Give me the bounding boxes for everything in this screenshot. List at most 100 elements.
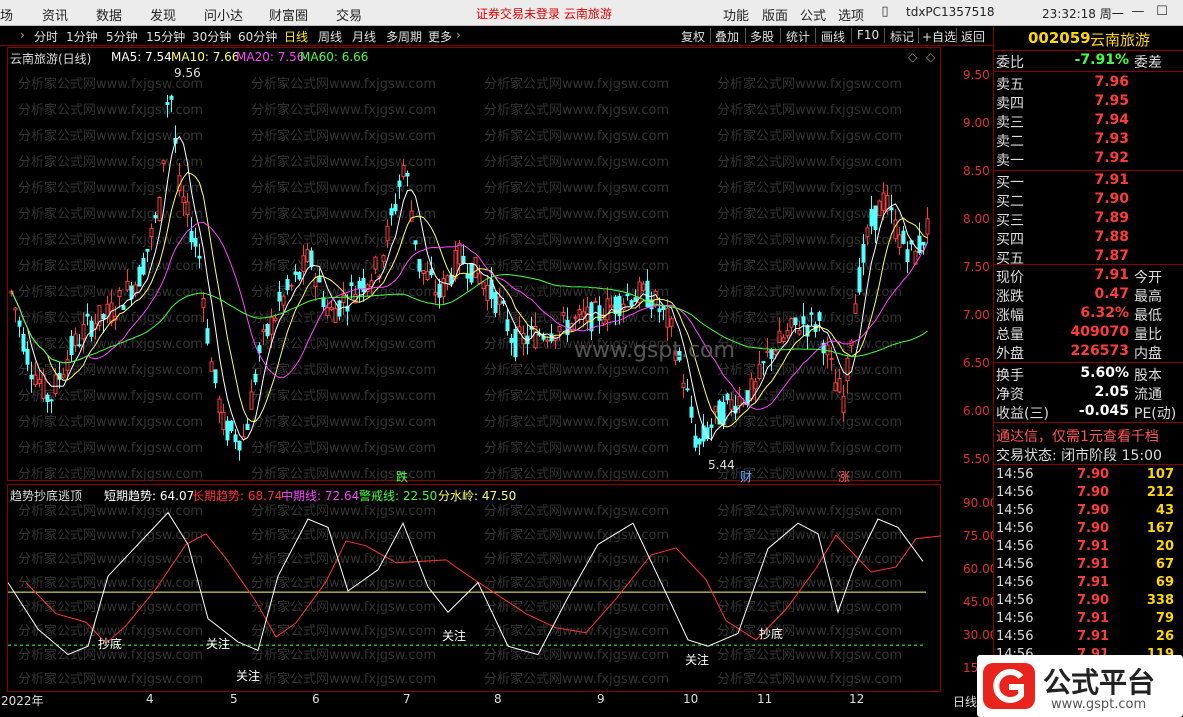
tab-weekly[interactable]: 周线 bbox=[318, 28, 342, 45]
menu-item-discover[interactable]: 发现 bbox=[150, 5, 176, 24]
tab-60min[interactable]: 60分钟 bbox=[238, 28, 277, 45]
menu-item-function[interactable]: 功能 bbox=[723, 5, 749, 24]
marker-up: 涨 bbox=[838, 470, 851, 484]
overlay-button[interactable]: 叠加 bbox=[715, 28, 739, 45]
tab-monthly[interactable]: 月线 bbox=[352, 28, 376, 45]
svg-text:分析家公式网www.fxjgsw.com: 分析家公式网www.fxjgsw.com bbox=[251, 206, 436, 222]
stat-label-2: 最高 bbox=[1134, 289, 1162, 305]
marker-down: 跌 bbox=[396, 470, 409, 484]
bid-label: 买四 bbox=[996, 232, 1024, 248]
login-notice[interactable]: 证券交易未登录 云南旅游 bbox=[476, 5, 612, 22]
tick-row[interactable]: 14:56 7.91 79 bbox=[994, 611, 1183, 629]
tab-5min[interactable]: 5分钟 bbox=[106, 28, 138, 45]
ask-price: 7.92 bbox=[1094, 150, 1129, 166]
phone-icon[interactable]: ▯ bbox=[873, 2, 897, 22]
tick-row[interactable]: 14:56 7.91 20 bbox=[994, 539, 1183, 557]
tick-row[interactable]: 14:56 7.91 67 bbox=[994, 557, 1183, 575]
tick-row[interactable]: 14:56 7.90 338 bbox=[994, 593, 1183, 611]
promo-link[interactable]: 通达信，仅需1元查看千档 bbox=[996, 426, 1159, 446]
tick-price: 7.90 bbox=[1077, 467, 1110, 482]
menu-item-data[interactable]: 数据 bbox=[96, 5, 122, 24]
menu-item-options[interactable]: 选项 bbox=[838, 5, 864, 24]
period-label[interactable]: 日线 bbox=[953, 693, 977, 710]
tab-daily[interactable]: 日线 bbox=[284, 28, 308, 45]
chevron-right-icon[interactable]: › bbox=[456, 28, 461, 42]
tab-30min[interactable]: 30分钟 bbox=[192, 28, 231, 45]
menu-item-market[interactable]: 场 bbox=[0, 5, 13, 24]
period-toolbar: › 分时 1分钟 5分钟 15分钟 30分钟 60分钟 日线 周线 月线 多周期… bbox=[0, 26, 993, 46]
stat-label-2: 内盘 bbox=[1134, 346, 1162, 362]
tick-row[interactable]: 14:56 7.90 212 bbox=[994, 485, 1183, 503]
bid-price: 7.87 bbox=[1094, 248, 1129, 264]
tick-row[interactable]: 14:56 7.90 167 bbox=[994, 521, 1183, 539]
tick-volume: 43 bbox=[1155, 503, 1174, 518]
tab-multi-period[interactable]: 多周期 bbox=[386, 28, 422, 45]
back-button[interactable]: 返回 bbox=[961, 28, 985, 45]
mark-button[interactable]: 标记 bbox=[890, 28, 914, 45]
stat-row: 涨幅 6.32% 最低 bbox=[994, 305, 1183, 324]
date-tick: 6 bbox=[312, 692, 320, 706]
tab-more[interactable]: 更多 bbox=[428, 28, 452, 45]
weicha-label: 委差 bbox=[1134, 55, 1162, 71]
quote-panel: 002059 云南旅游 委比 -7.91% 委差 通达信，仅需1元查看千档 交易… bbox=[993, 26, 1183, 717]
svg-text:分析家公式网www.fxjgsw.com: 分析家公式网www.fxjgsw.com bbox=[251, 599, 436, 615]
account-id: tdxPC1357518 bbox=[906, 5, 995, 19]
indicator-canvas[interactable]: 分析家公式网www.fxjgsw.com 分析家公式网www.fxjgsw.com… bbox=[8, 485, 942, 693]
diamond-icon[interactable]: ◇ bbox=[926, 50, 935, 64]
tab-15min[interactable]: 15分钟 bbox=[146, 28, 185, 45]
tick-row[interactable]: 14:56 7.91 26 bbox=[994, 629, 1183, 647]
menu-item-trade[interactable]: 交易 bbox=[336, 5, 362, 24]
menu-item-formula[interactable]: 公式 bbox=[800, 5, 826, 24]
watershed-label: 分水岭: 47.50 bbox=[438, 489, 517, 503]
annotation-watch: 关注 bbox=[236, 669, 261, 683]
tick-price: 7.91 bbox=[1077, 539, 1110, 554]
svg-text:分析家公式网www.fxjgsw.com: 分析家公式网www.fxjgsw.com bbox=[484, 102, 669, 118]
svg-text:分析家公式网www.fxjgsw.com: 分析家公式网www.fxjgsw.com bbox=[717, 362, 902, 378]
svg-text:分析家公式网www.fxjgsw.com: 分析家公式网www.fxjgsw.com bbox=[251, 154, 436, 170]
stat-value: 7.91 bbox=[1094, 267, 1129, 283]
svg-text:分析家公式网www.fxjgsw.com: 分析家公式网www.fxjgsw.com bbox=[484, 551, 669, 567]
svg-text:分析家公式网www.fxjgsw.com: 分析家公式网www.fxjgsw.com bbox=[717, 503, 902, 519]
stock-code[interactable]: 002059 bbox=[1028, 29, 1091, 47]
restore-rights-button[interactable]: 复权 bbox=[681, 28, 705, 45]
menu-item-ask[interactable]: 问小达 bbox=[204, 5, 243, 24]
menu-item-layout[interactable]: 版面 bbox=[762, 5, 788, 24]
date-axis: 2022年 4 5 6 7 8 9 10 11 12 bbox=[1, 692, 941, 708]
svg-text:分析家公式网www.fxjgsw.com: 分析家公式网www.fxjgsw.com bbox=[484, 599, 669, 615]
tick-row[interactable]: 14:56 7.90 43 bbox=[994, 503, 1183, 521]
svg-text:分析家公式网www.fxjgsw.com: 分析家公式网www.fxjgsw.com bbox=[484, 647, 669, 663]
menu-item-news[interactable]: 资讯 bbox=[42, 5, 68, 24]
chevron-right-icon[interactable]: › bbox=[20, 28, 25, 42]
svg-text:分析家公式网www.fxjgsw.com: 分析家公式网www.fxjgsw.com bbox=[717, 599, 902, 615]
minimize-icon[interactable]: — bbox=[1126, 2, 1150, 22]
stat-label: 换手 bbox=[996, 368, 1024, 384]
tick-volume: 167 bbox=[1146, 521, 1174, 536]
diamond-icon[interactable]: ◇ bbox=[908, 50, 917, 64]
svg-text:分析家公式网www.fxjgsw.com: 分析家公式网www.fxjgsw.com bbox=[251, 440, 436, 456]
tick-volume: 67 bbox=[1155, 557, 1174, 572]
svg-text:分析家公式网www.fxjgsw.com: 分析家公式网www.fxjgsw.com bbox=[251, 128, 436, 144]
ask-row: 卖二 7.93 bbox=[994, 131, 1183, 150]
kline-canvas[interactable]: 分析家公式网www.fxjgsw.com 分析家公式网www.fxjgsw.com… bbox=[8, 48, 942, 482]
tick-price: 7.91 bbox=[1077, 629, 1110, 644]
add-watchlist-button[interactable]: +自选 bbox=[922, 28, 956, 45]
maximize-icon[interactable]: ☐ bbox=[1150, 2, 1174, 22]
menu-item-wealth[interactable]: 财富圈 bbox=[269, 5, 308, 24]
stat-row: 收益(三) -0.045 PE(动) bbox=[994, 403, 1183, 422]
indicator-chart[interactable]: 分析家公式网www.fxjgsw.com 分析家公式网www.fxjgsw.com… bbox=[7, 484, 997, 693]
multi-stock-button[interactable]: 多股 bbox=[750, 28, 774, 45]
tick-row[interactable]: 14:56 7.90 107 bbox=[994, 467, 1183, 485]
statistics-button[interactable]: 统计 bbox=[786, 28, 810, 45]
draw-line-button[interactable]: 画线 bbox=[821, 28, 845, 45]
stock-name[interactable]: 云南旅游 bbox=[1090, 29, 1150, 50]
svg-text:分析家公式网www.fxjgsw.com: 分析家公式网www.fxjgsw.com bbox=[251, 388, 436, 404]
brand-logo: 公式平台 www.gspt.com bbox=[977, 655, 1183, 717]
f10-button[interactable]: F10 bbox=[857, 28, 879, 42]
tab-intraday[interactable]: 分时 bbox=[34, 28, 58, 45]
kline-chart[interactable]: 分析家公式网www.fxjgsw.com 分析家公式网www.fxjgsw.com… bbox=[7, 47, 990, 484]
tick-row[interactable]: 14:56 7.91 69 bbox=[994, 575, 1183, 593]
stat-label: 净资 bbox=[996, 387, 1024, 403]
stat-value: 5.60% bbox=[1080, 365, 1129, 381]
tab-1min[interactable]: 1分钟 bbox=[66, 28, 98, 45]
stat-row: 换手 5.60% 股本 bbox=[994, 365, 1183, 384]
